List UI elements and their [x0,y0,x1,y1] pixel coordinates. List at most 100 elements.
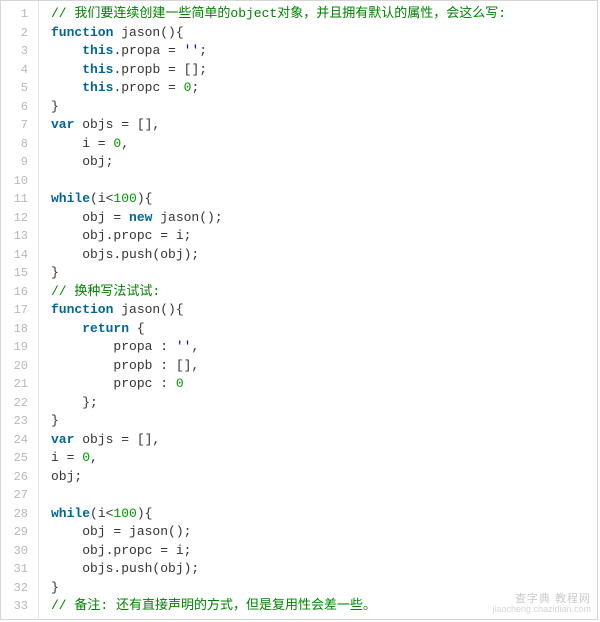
token-plain: , [121,136,129,151]
code-line: } [51,579,597,598]
token-plain: .propc = [113,80,183,95]
code-line: objs.push(obj); [51,246,597,265]
line-number: 28 [1,505,38,524]
token-plain: , [191,339,199,354]
token-kw: new [129,210,152,225]
token-comment: // 备注: 还有直接声明的方式，但是复用性会差一些。 [51,598,376,613]
line-number: 1 [1,5,38,24]
line-number: 26 [1,468,38,487]
token-plain: propc : [51,376,176,391]
code-line: this.propc = 0; [51,79,597,98]
line-number: 11 [1,190,38,209]
token-comment: // 我们要连续创建一些简单的object对象，并且拥有默认的属性，会这么写: [51,6,506,21]
token-plain: ){ [137,191,153,206]
token-plain [51,62,82,77]
token-plain [51,80,82,95]
code-line: function jason(){ [51,24,597,43]
line-number: 24 [1,431,38,450]
code-line: obj; [51,153,597,172]
token-num: 0 [82,450,90,465]
token-plain: jason(){ [113,25,183,40]
code-line: } [51,412,597,431]
code-line: propa : '', [51,338,597,357]
token-plain: ; [199,43,207,58]
code-line: propc : 0 [51,375,597,394]
line-number: 22 [1,394,38,413]
line-number: 7 [1,116,38,135]
code-line: this.propa = ''; [51,42,597,61]
line-number: 20 [1,357,38,376]
line-number: 21 [1,375,38,394]
line-number: 9 [1,153,38,172]
token-plain: ; [191,80,199,95]
line-number: 12 [1,209,38,228]
line-number: 32 [1,579,38,598]
token-plain: propa : [51,339,176,354]
line-number: 25 [1,449,38,468]
code-line: return { [51,320,597,339]
token-kw: return [82,321,129,336]
token-plain: obj.propc = i; [51,543,191,558]
token-plain: objs = [], [74,117,160,132]
token-num: 100 [113,191,136,206]
code-line: var objs = [], [51,116,597,135]
token-plain: obj = [51,210,129,225]
code-line: } [51,98,597,117]
token-plain: obj = jason(); [51,524,191,539]
line-number: 27 [1,486,38,505]
code-line: propb : [], [51,357,597,376]
code-line: }; [51,394,597,413]
code-line [51,486,597,505]
token-plain: i = [51,450,82,465]
line-number: 16 [1,283,38,302]
line-number: 29 [1,523,38,542]
code-line: function jason(){ [51,301,597,320]
token-plain: objs.push(obj); [51,247,199,262]
token-str: '' [184,43,200,58]
code-area: // 我们要连续创建一些简单的object对象，并且拥有默认的属性，会这么写: f… [39,1,597,619]
token-plain [51,321,82,336]
token-comment: // 换种写法试试: [51,284,160,299]
code-line: // 我们要连续创建一些简单的object对象，并且拥有默认的属性，会这么写: [51,5,597,24]
token-plain: } [51,99,59,114]
token-plain: } [51,265,59,280]
token-kw: while [51,506,90,521]
code-line: obj; [51,468,597,487]
code-line: objs.push(obj); [51,560,597,579]
token-plain: ){ [137,506,153,521]
token-plain: (i< [90,506,113,521]
line-number: 23 [1,412,38,431]
line-number: 5 [1,79,38,98]
token-str: '' [176,339,192,354]
token-plain: obj; [51,469,82,484]
code-line: obj.propc = i; [51,542,597,561]
code-block: 1234567891011121314151617181920212223242… [0,0,598,620]
token-plain: propb : [], [51,358,199,373]
line-number: 31 [1,560,38,579]
line-number-gutter: 1234567891011121314151617181920212223242… [1,1,39,619]
token-plain: } [51,413,59,428]
code-line: obj.propc = i; [51,227,597,246]
code-line: } [51,264,597,283]
code-line: // 备注: 还有直接声明的方式，但是复用性会差一些。 [51,597,597,616]
line-number: 30 [1,542,38,561]
token-plain: objs = [], [74,432,160,447]
token-kw: var [51,432,74,447]
token-num: 100 [113,506,136,521]
token-plain: jason(){ [113,302,183,317]
token-kw: function [51,302,113,317]
token-plain: } [51,580,59,595]
token-kw: this [82,62,113,77]
code-line: // 换种写法试试: [51,283,597,302]
token-kw: var [51,117,74,132]
code-line: obj = new jason(); [51,209,597,228]
code-line: i = 0, [51,449,597,468]
line-number: 18 [1,320,38,339]
code-line: i = 0, [51,135,597,154]
token-plain: objs.push(obj); [51,561,199,576]
token-plain [51,487,59,502]
line-number: 2 [1,24,38,43]
line-number: 8 [1,135,38,154]
code-line: this.propb = []; [51,61,597,80]
line-number: 3 [1,42,38,61]
